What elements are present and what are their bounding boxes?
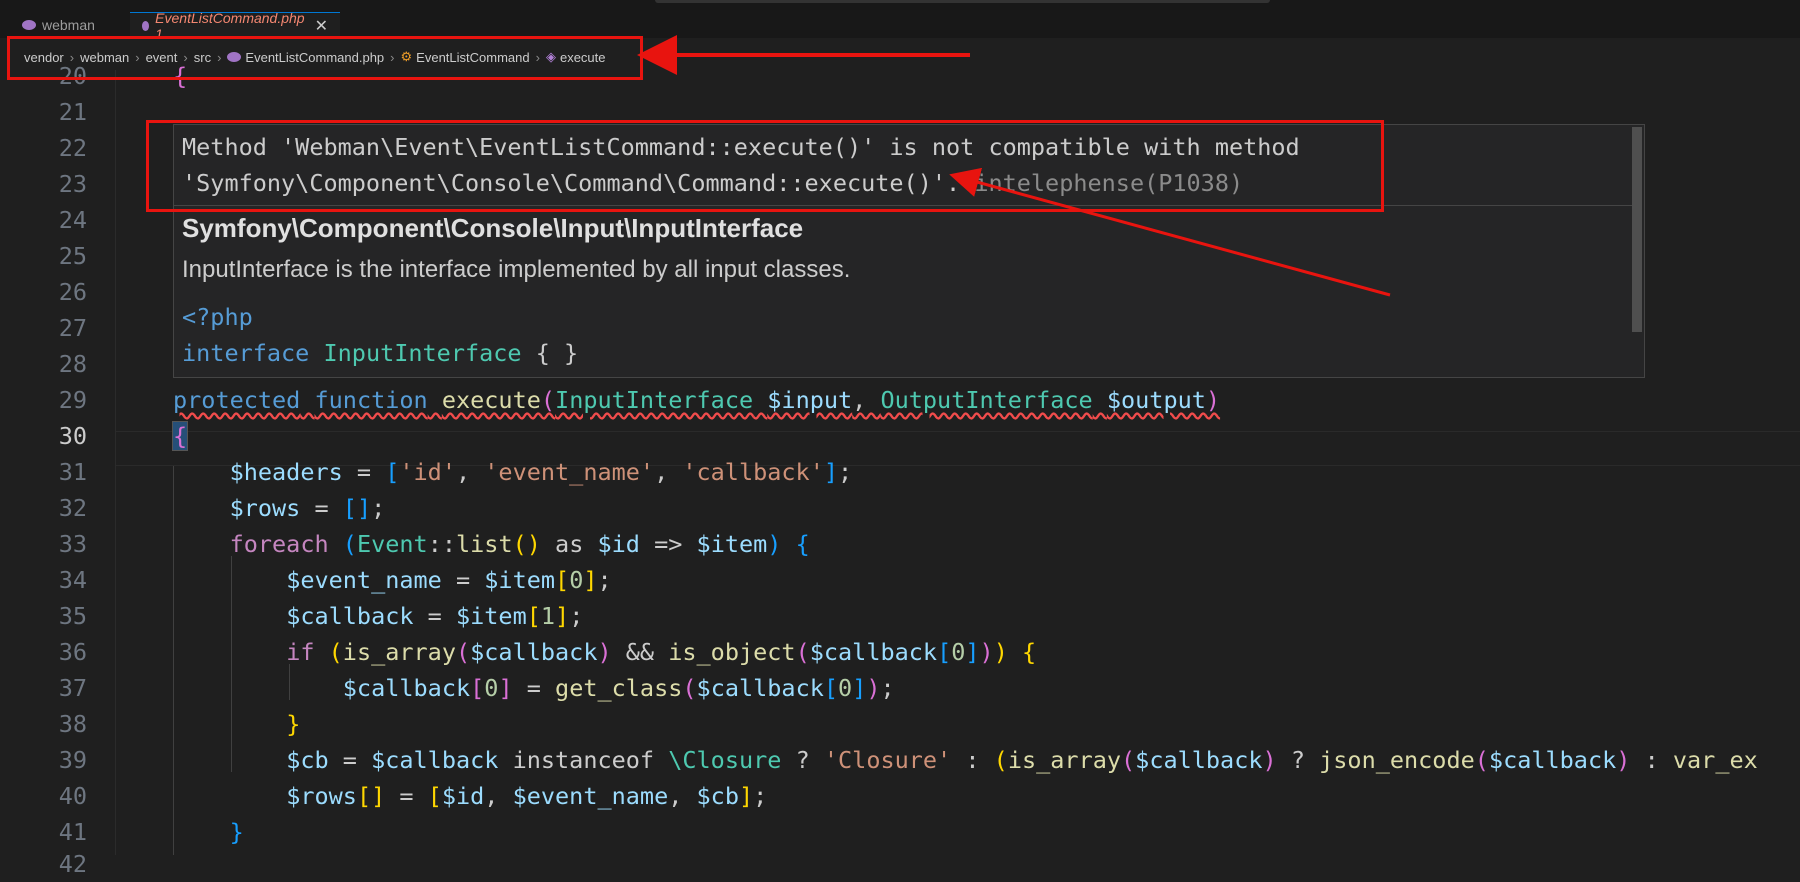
breadcrumb-item-class[interactable]: EventListCommand — [416, 50, 529, 65]
error-message-line2: 'Symfony\Component\Console\Command\Comma… — [182, 169, 1244, 197]
breadcrumb: vendor › webman › event › src › EventLis… — [0, 44, 1800, 70]
code-line-38: } — [286, 710, 301, 738]
line-number: 29 — [58, 386, 87, 414]
close-icon[interactable]: ✕ — [315, 16, 328, 36]
method-cube-icon: ◈ — [545, 49, 556, 64]
line-number: 24 — [58, 206, 87, 234]
class-icon: ⚙ — [400, 49, 413, 64]
line-number: 36 — [58, 638, 87, 666]
code-line-29: protected function execute(InputInterfac… — [173, 386, 1221, 414]
chevron-right-icon: › — [535, 49, 540, 65]
line-number: 41 — [58, 818, 87, 846]
line-number: 38 — [58, 710, 87, 738]
line-number: 26 — [58, 278, 87, 306]
php-elephant-icon — [22, 20, 36, 30]
code-line-41: } — [229, 818, 244, 846]
breadcrumb-item-method[interactable]: execute — [560, 50, 606, 65]
code-line-31: $headers = ['id', 'event_name', 'callbac… — [229, 458, 853, 486]
hover-code-line2: interface InputInterface { } — [182, 339, 579, 367]
command-center[interactable] — [655, 0, 1270, 3]
chevron-right-icon: › — [390, 49, 395, 65]
breadcrumb-item-src[interactable]: src — [194, 50, 211, 65]
code-editor[interactable]: 20 21 22 23 24 25 26 27 28 29 30 31 32 3… — [0, 62, 1800, 878]
line-number: 39 — [58, 746, 87, 774]
line-number: 35 — [58, 602, 87, 630]
tab-label: webman — [42, 17, 95, 33]
code-line-37: $callback[0] = get_class($callback[0]); — [342, 674, 895, 702]
line-number-gutter: 20 21 22 23 24 25 26 27 28 29 30 31 32 3… — [0, 62, 116, 878]
hover-type-title: Symfony\Component\Console\Input\InputInt… — [182, 213, 804, 243]
line-number: 23 — [58, 170, 87, 198]
line-number: 28 — [58, 350, 87, 378]
code-line-33: foreach (Event::list() as $id => $item) … — [229, 530, 810, 558]
hover-scrollbar[interactable] — [1632, 127, 1642, 332]
tab-eventlistcommand[interactable]: EventListCommand.php 1 ✕ — [130, 10, 340, 42]
php-elephant-icon — [142, 20, 150, 31]
line-number: 22 — [58, 134, 87, 162]
code-line-32: $rows = []; — [229, 494, 386, 522]
breadcrumb-item-webman[interactable]: webman — [80, 50, 129, 65]
chevron-right-icon: › — [135, 49, 140, 65]
hover-code-line1: <?php — [182, 303, 253, 331]
line-number: 37 — [58, 674, 87, 702]
line-number: 40 — [58, 782, 87, 810]
code-line-36: if (is_array($callback) && is_object($ca… — [286, 638, 1037, 666]
line-number: 32 — [58, 494, 87, 522]
error-message-line1: Method 'Webman\Event\EventListCommand::e… — [182, 133, 1300, 161]
tab-webman[interactable]: webman — [10, 12, 130, 38]
tab-label: EventListCommand.php 1 — [155, 9, 305, 42]
chevron-right-icon: › — [217, 49, 222, 65]
line-number-active: 30 — [58, 422, 87, 450]
code-line-34: $event_name = $item[0]; — [286, 566, 612, 594]
php-elephant-icon — [227, 52, 242, 62]
line-number: 34 — [58, 566, 87, 594]
code-line-30: { — [171, 421, 189, 451]
divider — [174, 205, 1634, 206]
code-line-39: $cb = $callback instanceof \Closure ? 'C… — [286, 746, 1758, 774]
code-line-20: { — [173, 62, 188, 90]
line-number: 21 — [58, 98, 87, 126]
hover-tooltip: Method 'Webman\Event\EventListCommand::e… — [173, 124, 1645, 378]
line-number: 27 — [58, 314, 87, 342]
hover-description: InputInterface is the interface implemen… — [182, 256, 851, 283]
code-line-35: $callback = $item[1]; — [286, 602, 584, 630]
error-source: intelephense(P1038) — [974, 169, 1244, 197]
line-number: 31 — [58, 458, 87, 486]
line-number: 42 — [58, 850, 87, 878]
breadcrumb-item-file[interactable]: EventListCommand.php — [245, 50, 384, 65]
line-number: 25 — [58, 242, 87, 270]
code-line-40: $rows[] = [$id, $event_name, $cb]; — [286, 782, 768, 810]
line-number: 20 — [58, 62, 87, 90]
line-number: 33 — [58, 530, 87, 558]
tab-bar: webman EventListCommand.php 1 ✕ — [0, 0, 1800, 42]
